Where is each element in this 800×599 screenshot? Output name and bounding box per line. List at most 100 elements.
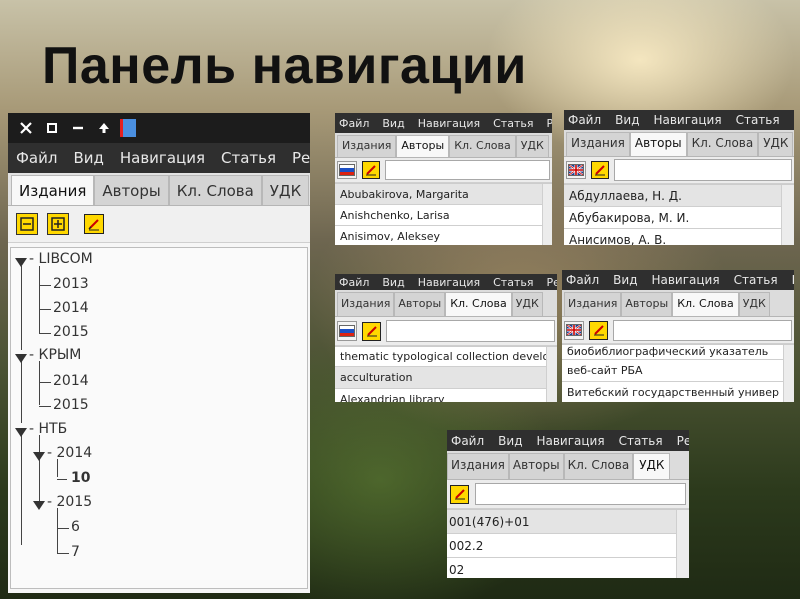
scrollbar[interactable]: [546, 347, 557, 402]
expand-arrow-icon[interactable]: [15, 354, 27, 363]
tab-udk[interactable]: УДК: [515, 135, 549, 157]
menu-view[interactable]: Вид: [613, 273, 637, 287]
menu-article[interactable]: Статья: [493, 117, 533, 130]
tab-udk[interactable]: УДК: [633, 453, 671, 479]
pencil-icon[interactable]: [84, 214, 104, 234]
pencil-icon[interactable]: [362, 161, 380, 179]
tab-editions[interactable]: Издания: [11, 175, 95, 205]
tab-keywords[interactable]: Кл. Слова: [686, 132, 759, 156]
menu-edit[interactable]: Ре: [792, 273, 794, 287]
tab-keywords[interactable]: Кл. Слова: [563, 453, 634, 479]
close-icon[interactable]: [16, 118, 36, 138]
expand-icon[interactable]: [47, 213, 69, 235]
tab-udk[interactable]: УДК: [261, 175, 310, 205]
scrollbar[interactable]: [542, 184, 552, 245]
menu-navigation[interactable]: Навигация: [418, 276, 480, 289]
collapse-icon[interactable]: [16, 213, 38, 235]
tab-authors[interactable]: Авторы: [394, 292, 446, 316]
menu-view[interactable]: Вид: [382, 117, 404, 130]
tree-node-year[interactable]: 2014: [53, 300, 89, 316]
pencil-icon[interactable]: [591, 161, 609, 179]
scrollbar[interactable]: [783, 345, 794, 402]
menu-article[interactable]: Статья: [619, 434, 663, 448]
tree-node-year[interactable]: - 2014: [47, 445, 92, 461]
menu-file[interactable]: Файл: [566, 273, 599, 287]
tab-editions[interactable]: Издания: [447, 453, 509, 479]
maximize-icon[interactable]: [42, 118, 62, 138]
tab-keywords[interactable]: Кл. Слова: [168, 175, 262, 205]
ru-flag-icon[interactable]: [337, 161, 357, 179]
tab-udk[interactable]: УДК: [511, 292, 543, 316]
menu-file[interactable]: Файл: [339, 276, 369, 289]
expand-arrow-icon[interactable]: [33, 452, 45, 461]
tree-node-year[interactable]: 2013: [53, 276, 89, 292]
list-item[interactable]: Анисимов, А. В.: [564, 229, 794, 245]
tree-node-year[interactable]: 2015: [53, 324, 89, 340]
tree-node-krym[interactable]: - КРЫМ: [29, 347, 81, 363]
menu-navigation[interactable]: Навигация: [418, 117, 480, 130]
expand-arrow-icon[interactable]: [15, 258, 27, 267]
tab-authors[interactable]: Авторы: [621, 292, 673, 316]
menu-navigation[interactable]: Навигация: [651, 273, 719, 287]
menu-edit[interactable]: Ре: [546, 117, 552, 130]
menu-view[interactable]: Вид: [73, 149, 103, 167]
menu-view[interactable]: Вид: [382, 276, 404, 289]
list-item[interactable]: 001(476)+01: [447, 510, 689, 534]
tree-node-year[interactable]: 2015: [53, 397, 89, 413]
menu-article[interactable]: Статья: [736, 113, 780, 127]
list-item[interactable]: Витебский государственный универ: [562, 382, 794, 402]
tree-node-issue[interactable]: 7: [71, 544, 80, 560]
list-item[interactable]: thematic typological collection develop: [335, 347, 557, 367]
tree-node-libcom[interactable]: - LIBCOM: [29, 251, 93, 267]
gb-flag-icon[interactable]: [564, 320, 584, 340]
tab-authors[interactable]: Авторы: [629, 132, 687, 156]
list-item[interactable]: 002.2: [447, 534, 689, 558]
list-item[interactable]: Abubakirova, Margarita: [335, 184, 552, 205]
pencil-icon[interactable]: [362, 321, 381, 341]
menu-file[interactable]: Файл: [451, 434, 484, 448]
tab-keywords[interactable]: Кл. Слова: [672, 292, 739, 316]
pencil-icon[interactable]: [589, 320, 608, 340]
tab-editions[interactable]: Издания: [564, 292, 622, 316]
search-input[interactable]: [613, 319, 792, 341]
list-item[interactable]: acculturation: [335, 367, 557, 389]
tab-udk[interactable]: УДК: [738, 292, 770, 316]
arrow-up-icon[interactable]: [94, 118, 114, 138]
menu-article[interactable]: Статья: [493, 276, 533, 289]
list-item[interactable]: 02: [447, 558, 689, 578]
tab-authors[interactable]: Авторы: [94, 175, 169, 205]
list-item[interactable]: биобиблиографический указатель: [562, 345, 794, 360]
menu-file[interactable]: Файл: [568, 113, 601, 127]
tree-node-issue[interactable]: 10: [71, 470, 90, 486]
tree-node-ntb[interactable]: - НТБ: [29, 421, 67, 437]
menu-edit[interactable]: Ре: [546, 276, 557, 289]
minimize-icon[interactable]: [68, 118, 88, 138]
tab-authors[interactable]: Авторы: [508, 453, 564, 479]
gb-flag-icon[interactable]: [566, 161, 586, 179]
menu-edit[interactable]: Ре: [677, 434, 689, 448]
ru-flag-icon[interactable]: [337, 321, 357, 341]
menu-navigation[interactable]: Навигация: [653, 113, 721, 127]
list-item[interactable]: Anisimov, Aleksey: [335, 226, 552, 245]
list-item[interactable]: Anishchenko, Larisa: [335, 205, 552, 226]
menu-article[interactable]: Статья: [221, 149, 276, 167]
list-item[interactable]: Alexandrian library: [335, 389, 557, 402]
menu-view[interactable]: Вид: [615, 113, 639, 127]
tab-keywords[interactable]: Кл. Слова: [449, 135, 516, 157]
list-item[interactable]: Абубакирова, М. И.: [564, 207, 794, 229]
tab-keywords[interactable]: Кл. Слова: [445, 292, 512, 316]
menu-article[interactable]: Статья: [734, 273, 778, 287]
list-item[interactable]: веб-сайт РБА: [562, 360, 794, 382]
menu-view[interactable]: Вид: [498, 434, 522, 448]
tab-udk[interactable]: УДК: [758, 132, 794, 156]
expand-arrow-icon[interactable]: [33, 501, 45, 510]
tab-editions[interactable]: Издания: [337, 135, 397, 157]
menu-file[interactable]: Файл: [339, 117, 369, 130]
expand-arrow-icon[interactable]: [15, 428, 27, 437]
tab-editions[interactable]: Издания: [566, 132, 630, 156]
search-input[interactable]: [386, 320, 555, 342]
tree-node-issue[interactable]: 6: [71, 519, 80, 535]
menu-edit[interactable]: Ре: [292, 149, 310, 167]
scrollbar[interactable]: [781, 185, 794, 245]
tab-editions[interactable]: Издания: [337, 292, 395, 316]
